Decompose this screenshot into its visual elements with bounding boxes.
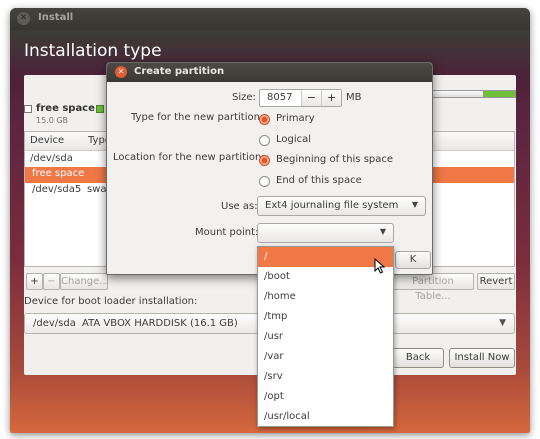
partition-type-label: Type for the new partition: <box>131 112 264 123</box>
boot-loader-description: ATA VBOX HARDDISK (16.1 GB) <box>82 318 238 329</box>
disk-usage-bar <box>432 90 516 98</box>
window-title: Install <box>38 12 74 23</box>
mount-option-usr[interactable]: /usr <box>258 327 393 347</box>
chevron-down-icon[interactable]: ▼ <box>380 227 386 236</box>
boot-loader-device: /dev/sda <box>33 318 76 329</box>
size-decrement-button[interactable]: − <box>301 90 321 106</box>
location-label: Location for the new partition: <box>113 152 265 163</box>
install-now-button[interactable]: Install Now <box>449 348 515 368</box>
mount-option-opt[interactable]: /opt <box>258 387 393 407</box>
remove-partition-button[interactable]: − <box>43 273 60 290</box>
row-device: free space <box>32 168 85 179</box>
ok-button[interactable]: K <box>395 251 431 269</box>
beginning-radio-label[interactable]: Beginning of this space <box>276 154 393 165</box>
dialog-title: Create partition <box>134 66 225 77</box>
row-device: /dev/sda <box>30 153 73 164</box>
mount-option-srv[interactable]: /srv <box>258 367 393 387</box>
use-as-label: Use as: <box>221 201 258 212</box>
beginning-radio[interactable] <box>259 155 270 166</box>
add-partition-button[interactable]: + <box>26 273 43 290</box>
mount-option-tmp[interactable]: /tmp <box>258 307 393 327</box>
mount-option-root[interactable]: / <box>258 247 393 267</box>
disk-usage-free-segment <box>433 91 483 97</box>
new-partition-table-button[interactable]: Partition Table... <box>392 273 474 302</box>
revert-button[interactable]: Revert <box>477 273 515 290</box>
mount-option-usr-local[interactable]: /usr/local <box>258 407 393 427</box>
logical-radio[interactable] <box>259 135 270 146</box>
chevron-down-icon: ▼ <box>411 200 418 209</box>
back-button[interactable]: Back <box>392 348 444 368</box>
size-increment-button[interactable]: + <box>321 90 341 106</box>
page-title: Installation type <box>24 41 162 61</box>
mount-point-label: Mount point: <box>195 227 259 238</box>
mouse-pointer-icon <box>374 258 386 274</box>
use-as-value: Ext4 journaling file system <box>265 200 399 211</box>
primary-radio-label[interactable]: Primary <box>276 113 315 124</box>
create-partition-dialog: ✕ Create partition Size: 8057 − + MB Typ… <box>106 62 433 275</box>
size-value[interactable]: 8057 <box>267 92 292 103</box>
size-label: Size: <box>232 92 256 103</box>
free-space-size: 15.0 GB <box>36 116 69 125</box>
ok-button-label: K <box>409 254 417 265</box>
mount-option-home[interactable]: /home <box>258 287 393 307</box>
mount-point-combo[interactable]: ▼ <box>257 223 394 243</box>
primary-radio[interactable] <box>259 114 270 125</box>
logical-radio-label[interactable]: Logical <box>276 134 311 145</box>
size-unit: MB <box>346 92 362 103</box>
mount-option-boot[interactable]: /boot <box>258 267 393 287</box>
used-space-swatch <box>96 105 104 113</box>
end-radio[interactable] <box>259 176 270 187</box>
window-titlebar: ✕ Install <box>10 8 530 30</box>
column-device[interactable]: Device <box>30 135 64 146</box>
use-as-select[interactable]: Ext4 journaling file system ▼ <box>257 196 426 216</box>
change-partition-button[interactable]: Change... <box>60 273 109 290</box>
window-close-icon[interactable]: ✕ <box>17 12 30 25</box>
free-space-swatch <box>24 105 32 113</box>
mount-option-var[interactable]: /var <box>258 347 393 367</box>
dialog-titlebar: ✕ Create partition <box>107 63 432 82</box>
end-radio-label[interactable]: End of this space <box>276 175 362 186</box>
chevron-down-icon: ▼ <box>499 318 506 328</box>
free-space-label: free space <box>36 103 95 114</box>
row-device: /dev/sda5 <box>32 184 82 195</box>
size-spinbox[interactable]: 8057 − + <box>259 89 342 107</box>
boot-loader-label: Device for boot loader installation: <box>24 296 198 307</box>
dialog-close-icon[interactable]: ✕ <box>115 66 127 78</box>
